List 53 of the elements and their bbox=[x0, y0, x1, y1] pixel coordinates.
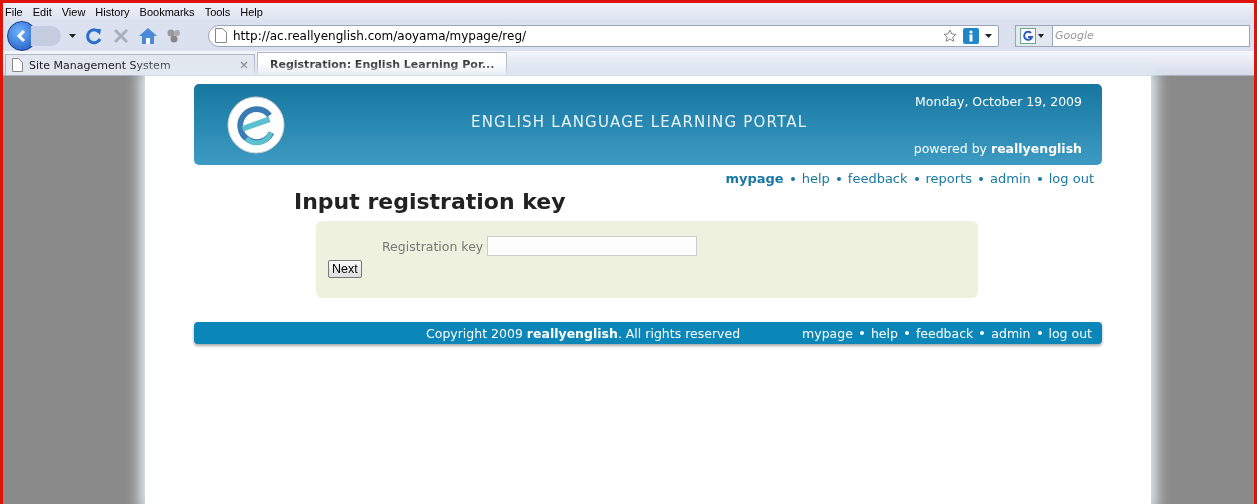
bullet-icon bbox=[859, 331, 864, 335]
logo-icon bbox=[227, 95, 285, 154]
bullet-icon bbox=[1037, 176, 1042, 181]
page-heading: Input registration key bbox=[294, 189, 567, 214]
nav-link[interactable]: feedback bbox=[847, 171, 908, 186]
next-button[interactable]: Next bbox=[328, 260, 362, 278]
copyright-text: Copyright 2009 reallyenglish. All rights reserved bbox=[426, 325, 741, 341]
menu-item[interactable]: View bbox=[61, 5, 86, 18]
page-icon bbox=[12, 58, 23, 72]
footer-link[interactable]: log out bbox=[1048, 325, 1092, 341]
menu-item[interactable]: History bbox=[95, 5, 130, 18]
menu-item[interactable]: Tools bbox=[204, 5, 231, 18]
browser-tab[interactable]: Site Management System bbox=[5, 54, 255, 75]
search-field[interactable]: Google bbox=[1053, 24, 1250, 47]
dropdown-icon[interactable] bbox=[69, 33, 76, 38]
footer-link[interactable]: help bbox=[870, 325, 898, 341]
bullet-icon bbox=[904, 331, 909, 335]
dropdown-icon[interactable] bbox=[1038, 33, 1044, 38]
info-icon[interactable] bbox=[963, 27, 979, 44]
bullet-icon bbox=[1037, 331, 1042, 335]
menu-item[interactable]: Edit bbox=[32, 5, 52, 18]
address-bar[interactable]: http://ac.reallyenglish.com/aoyama/mypage/reg/ bbox=[208, 24, 999, 47]
reload-icon[interactable] bbox=[84, 25, 104, 46]
browser-tab[interactable]: Registration: English Learning Por... bbox=[257, 52, 507, 75]
page-icon bbox=[215, 28, 227, 43]
footer-link[interactable]: feedback bbox=[915, 325, 974, 341]
search-engine-icon[interactable] bbox=[1020, 27, 1036, 44]
bullet-icon bbox=[914, 176, 919, 181]
bullet-icon bbox=[979, 176, 983, 181]
menu-item[interactable]: File bbox=[5, 5, 23, 18]
search-engine-button[interactable] bbox=[1015, 24, 1053, 47]
molecule-icon[interactable] bbox=[166, 27, 182, 44]
bullet-icon bbox=[790, 176, 795, 181]
menu-item[interactable]: Bookmarks bbox=[139, 5, 195, 18]
date-text: Monday, October 19, 2009 bbox=[915, 93, 1082, 109]
nav-link[interactable]: admin bbox=[990, 171, 1031, 186]
bullet-icon bbox=[980, 331, 985, 335]
close-icon[interactable] bbox=[240, 61, 248, 69]
nav-link[interactable]: help bbox=[801, 171, 830, 186]
bullet-icon bbox=[836, 176, 841, 181]
powered-by-text: powered by reallyenglish bbox=[913, 140, 1082, 156]
menu-item[interactable]: Help bbox=[240, 5, 263, 18]
nav-link[interactable]: mypage bbox=[725, 171, 784, 186]
home-icon[interactable] bbox=[138, 26, 158, 45]
portal-title: ENGLISH LANGUAGE LEARNING PORTAL bbox=[471, 112, 808, 131]
registration-key-field[interactable] bbox=[487, 236, 698, 256]
footer-link[interactable]: admin bbox=[991, 325, 1031, 341]
nav-link[interactable]: reports bbox=[925, 171, 972, 186]
nav-link[interactable]: log out bbox=[1048, 171, 1094, 186]
footer-link[interactable]: mypage bbox=[802, 325, 853, 341]
star-icon[interactable] bbox=[943, 28, 957, 43]
field-label: Registration key bbox=[382, 238, 484, 254]
dropdown-icon[interactable] bbox=[985, 33, 992, 38]
